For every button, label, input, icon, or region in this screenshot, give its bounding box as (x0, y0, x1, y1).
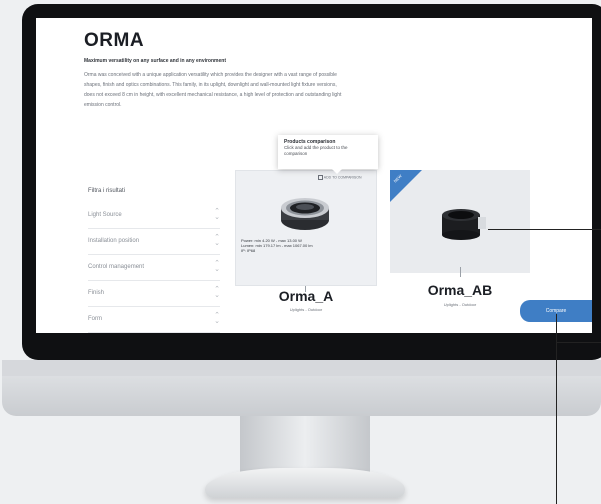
callout-line-product (488, 229, 601, 230)
filter-installation-position[interactable]: Installation position ⌃ ⌄ (88, 232, 220, 255)
monitor-stand-neck (240, 416, 370, 474)
page-description: Orma was conceived with a unique applica… (84, 72, 342, 108)
filter-form[interactable]: Form ⌃ ⌄ (88, 310, 220, 333)
filter-label: Form (88, 316, 102, 322)
product-name-orma-ab[interactable]: Orma_AB (390, 282, 530, 298)
screen: ORMA Maximum versatility on any surface … (36, 18, 592, 333)
monitor-chin (2, 360, 601, 416)
divider-line (460, 267, 461, 277)
page-title: ORMA (84, 30, 145, 51)
tooltip-text: Click and add the product to the compari… (284, 145, 348, 156)
callout-line-compare-vertical (556, 314, 557, 504)
filter-label: Light Source (88, 212, 122, 218)
filter-label: Installation position (88, 238, 140, 244)
chevron-updown-icon: ⌃ ⌄ (214, 234, 220, 247)
filter-finish[interactable]: Finish ⌃ ⌄ (88, 284, 220, 307)
product-image-orma-ab (442, 209, 486, 240)
chevron-updown-icon: ⌃ ⌄ (214, 208, 220, 221)
chevron-updown-icon: ⌃ ⌄ (214, 312, 220, 325)
spec-ip: IP: IP68 (241, 248, 256, 253)
product-specs-orma-a: Power: min 4.20 W - max 13.00 W Lumen: m… (241, 238, 371, 253)
filter-label: Finish (88, 290, 105, 296)
chevron-updown-icon: ⌃ ⌄ (214, 260, 220, 273)
chevron-updown-icon: ⌃ ⌄ (214, 286, 220, 299)
new-badge (390, 170, 422, 202)
filter-light-source[interactable]: Light Source ⌃ ⌄ (88, 206, 220, 229)
add-to-comparison-link[interactable]: ADD TO COMPARISON (318, 175, 362, 180)
product-image-orma-a (281, 198, 329, 230)
page-subtitle: Maximum versatility on any surface and i… (84, 58, 226, 64)
filter-label: Control management (88, 264, 145, 270)
monitor-stand-foot (205, 468, 405, 498)
filters-title: Filtra i risultati (88, 188, 126, 194)
comparison-tooltip: Products comparison Click and add the pr… (278, 135, 378, 174)
add-to-comparison-label: ADD TO COMPARISON (323, 175, 362, 180)
product-category-orma-a: Uplights - Outdoor (289, 307, 323, 312)
checkbox-icon (318, 175, 323, 180)
callout-line-compare (556, 342, 601, 343)
product-name-orma-a[interactable]: Orma_A (236, 288, 376, 304)
filter-control-management[interactable]: Control management ⌃ ⌄ (88, 258, 220, 281)
product-category-orma-ab: Uplights - Outdoor (443, 302, 477, 307)
